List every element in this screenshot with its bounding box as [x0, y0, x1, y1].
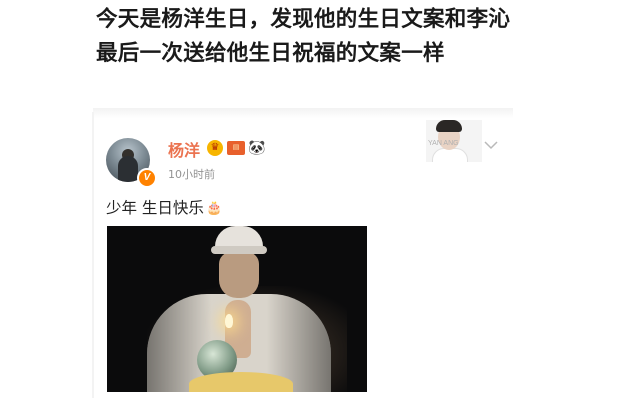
post-timestamp[interactable]: 10小时前	[168, 166, 215, 182]
panda-icon: 🐼	[248, 140, 266, 156]
card-top-edge	[93, 108, 513, 118]
photo-cap-brim	[211, 246, 267, 254]
thumbnail-body	[432, 148, 468, 162]
profile-card-thumbnail[interactable]: YAN ANG	[426, 120, 482, 162]
crown-badge-icon: ♛	[207, 140, 223, 156]
thumbnail-hair	[436, 120, 462, 132]
vip-badge-icon: ▤	[227, 141, 245, 155]
article-headline: 今天是杨洋生日，发现他的生日文案和李沁 最后一次送给他生日祝福的文案一样	[96, 3, 616, 71]
post-text: 少年 生日快乐 🎂	[106, 196, 222, 218]
verified-badge-icon: V	[137, 168, 157, 188]
cake-emoji-icon: 🎂	[205, 201, 223, 216]
card-left-edge	[92, 112, 94, 398]
chevron-down-icon[interactable]	[484, 140, 498, 150]
photo-person-face	[219, 252, 259, 298]
post-text-content: 少年 生日快乐	[106, 199, 204, 217]
username-link[interactable]: 杨洋	[168, 137, 200, 161]
thumbnail-caption: YAN ANG	[428, 140, 459, 147]
candle-flame	[225, 314, 233, 328]
headline-line-2: 最后一次送给他生日祝福的文案一样	[96, 41, 445, 66]
headline-line-1: 今天是杨洋生日，发现他的生日文案和李沁	[96, 7, 511, 32]
post-photo[interactable]	[107, 226, 367, 392]
photo-birthday-cake	[189, 372, 293, 392]
avatar-figure	[118, 156, 138, 182]
